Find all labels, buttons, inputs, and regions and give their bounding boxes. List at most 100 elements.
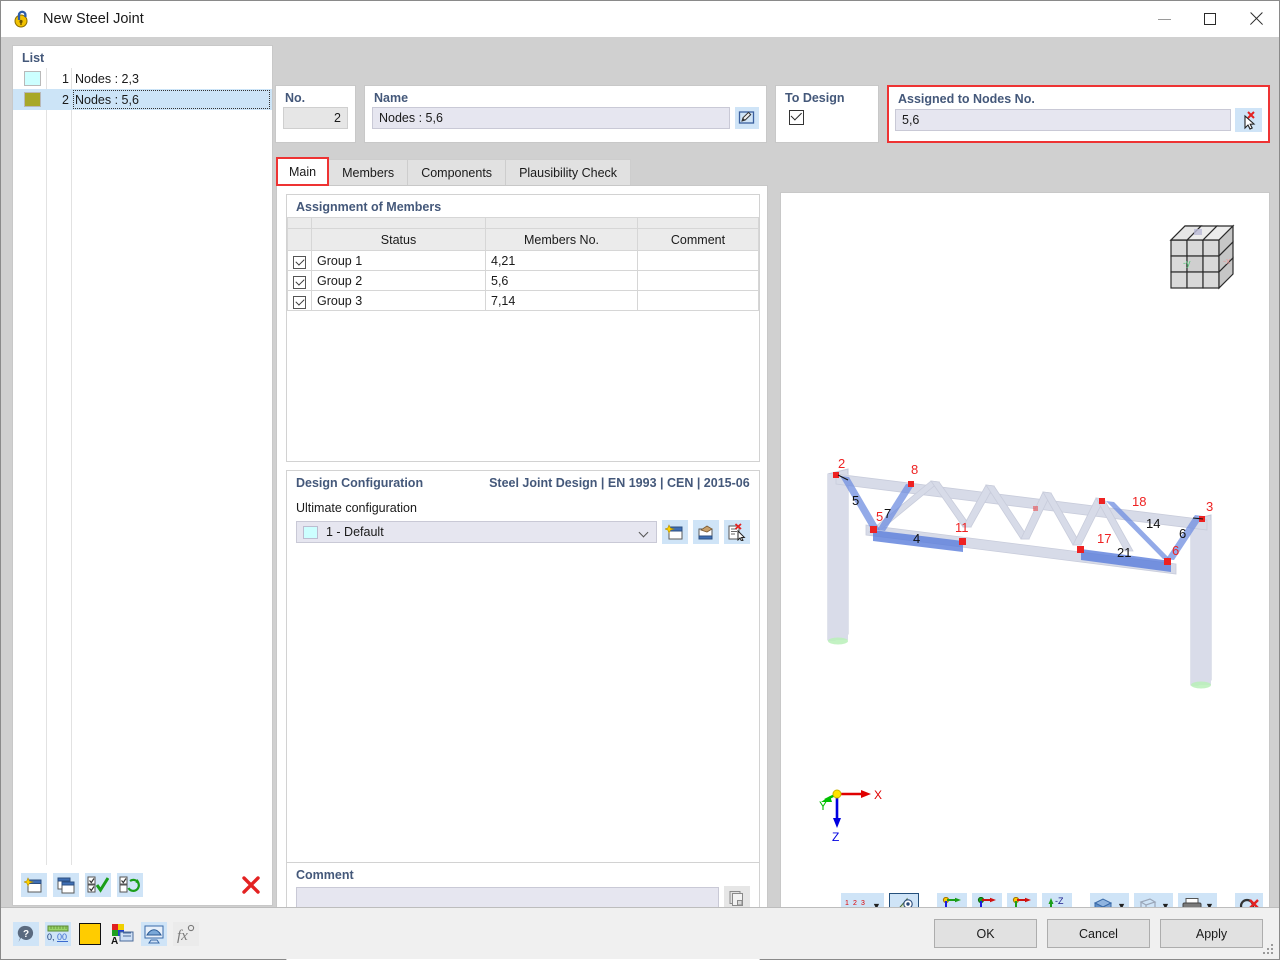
edit-configuration-button[interactable] [693, 520, 719, 544]
to-design-label: To Design [785, 91, 845, 105]
title-bar: New Steel Joint [1, 1, 1279, 37]
node-17 [1077, 546, 1084, 553]
svg-text:?: ? [23, 929, 29, 940]
minimize-button[interactable] [1141, 1, 1187, 37]
list-item-label: Nodes : 2,3 [75, 71, 139, 86]
row-members-no[interactable]: 4,21 [485, 250, 638, 271]
row-members-no[interactable]: 7,14 [485, 290, 638, 311]
tab-members[interactable]: Members [328, 159, 409, 186]
list-item-color-swatch [24, 71, 41, 86]
table-header-members-no: Members No. [485, 228, 638, 251]
tab-main[interactable]: Main [276, 157, 330, 186]
visibility-button[interactable] [141, 921, 167, 946]
ultimate-configuration-label-wrap: Ultimate configuration [287, 492, 759, 520]
new-steel-joint-window: New Steel Joint List 1 Nodes : 2,3 2 Nod… [0, 0, 1280, 960]
bottom-bar: ? 0, 00 A fx OK Cancel Apply [1, 907, 1279, 959]
number-input[interactable]: 2 [283, 107, 348, 129]
ok-button[interactable]: OK [934, 919, 1037, 948]
number-field-box: No. 2 [275, 85, 356, 143]
node-label-8: 8 [911, 462, 918, 477]
assigned-nodes-box: Assigned to Nodes No. 5,6 [887, 85, 1270, 143]
list-item-number: 2 [62, 92, 69, 107]
member-label-7: 7 [884, 506, 891, 521]
row-status: Group 3 [311, 290, 486, 311]
window-title: New Steel Joint [43, 11, 144, 27]
axis-label-z: Z [832, 830, 839, 842]
select-all-button[interactable] [85, 873, 111, 897]
list-item-number: 1 [62, 71, 69, 86]
help-button[interactable]: ? [13, 921, 39, 946]
axis-indicator: X Y Z [819, 784, 889, 842]
new-configuration-button[interactable] [662, 520, 688, 544]
formula-button[interactable]: fx [173, 921, 199, 946]
delete-configuration-button[interactable] [724, 520, 750, 544]
close-button[interactable] [1233, 1, 1279, 37]
row-comment[interactable] [637, 290, 759, 311]
copy-item-button[interactable] [53, 873, 79, 897]
member-label-4: 4 [913, 531, 920, 546]
color-button[interactable] [77, 922, 103, 946]
units-button[interactable]: 0, 00 [45, 921, 71, 946]
new-item-button[interactable] [21, 873, 47, 897]
list-toolbar [13, 865, 272, 905]
name-input[interactable]: Nodes : 5,6 [372, 107, 730, 129]
axis-label-x: X [874, 788, 882, 802]
tab-plausibility-check[interactable]: Plausibility Check [505, 159, 632, 186]
assignment-title: Assignment of Members [296, 200, 442, 214]
row-checkbox[interactable] [287, 250, 312, 271]
list-item[interactable]: 2 Nodes : 5,6 [13, 89, 272, 110]
list-panel-title: List [22, 51, 45, 65]
table-header-comment: Comment [637, 228, 759, 251]
list-item-label: Nodes : 5,6 [75, 92, 139, 107]
maximize-button[interactable] [1187, 1, 1233, 37]
apply-button[interactable]: Apply [1160, 919, 1263, 948]
row-comment[interactable] [637, 250, 759, 271]
col-spacer [311, 217, 486, 229]
to-design-checkbox[interactable] [789, 109, 804, 125]
design-configuration-title: Design Configuration [296, 476, 424, 490]
ultimate-configuration-value: 1 - Default [326, 525, 384, 539]
pick-cursor-icon[interactable] [1235, 108, 1262, 132]
row-checkbox[interactable] [287, 290, 312, 311]
row-comment[interactable] [637, 270, 759, 291]
3d-viewport[interactable]: -y -x 2 8 3 11 18 17 6 5 5 7 4 14 6 21 X… [781, 193, 1269, 926]
joint-list[interactable]: 1 Nodes : 2,3 2 Nodes : 5,6 [13, 68, 272, 865]
svg-text:A: A [111, 936, 118, 945]
svg-text:3: 3 [861, 900, 865, 907]
cancel-button[interactable]: Cancel [1047, 919, 1150, 948]
node-8 [908, 481, 914, 487]
member-label-14: 14 [1146, 516, 1160, 531]
row-checkbox[interactable] [287, 270, 312, 291]
node-label-3: 3 [1206, 499, 1213, 514]
display-properties-button[interactable]: A [109, 922, 135, 946]
node-11 [959, 538, 966, 545]
delete-item-button[interactable] [238, 873, 264, 897]
table-row[interactable]: Group 3 7,14 [287, 290, 759, 311]
assigned-nodes-input[interactable]: 5,6 [895, 109, 1231, 131]
dialog-buttons: OK Cancel Apply [934, 919, 1263, 948]
list-item-color-swatch [24, 92, 41, 107]
table-row[interactable]: Group 2 5,6 [287, 270, 759, 291]
chevron-down-icon [640, 528, 649, 537]
member-label-21: 21 [1117, 545, 1131, 560]
col-spacer [485, 217, 638, 229]
svg-text:0,: 0, [47, 932, 55, 942]
resize-grip[interactable] [1263, 944, 1275, 956]
node-midpoint [1033, 506, 1038, 511]
col-spacer [637, 217, 759, 229]
table-row[interactable]: Group 1 4,21 [287, 250, 759, 271]
row-members-no[interactable]: 5,6 [485, 270, 638, 291]
node-joint-left [870, 526, 877, 533]
list-item[interactable]: 1 Nodes : 2,3 [13, 68, 272, 89]
name-field-box: Name Nodes : 5,6 [364, 85, 767, 143]
col-spacer [287, 217, 312, 229]
comment-input[interactable] [296, 887, 719, 909]
node-label-6: 6 [1172, 543, 1179, 558]
edit-pencil-icon[interactable] [735, 107, 759, 129]
node-label-2: 2 [838, 456, 845, 471]
invert-selection-button[interactable] [117, 873, 143, 897]
tab-components[interactable]: Components [407, 159, 507, 186]
member-label-5: 5 [852, 493, 859, 508]
yellow-color-swatch-icon [79, 922, 101, 945]
ultimate-configuration-select[interactable]: 1 - Default [296, 521, 657, 543]
